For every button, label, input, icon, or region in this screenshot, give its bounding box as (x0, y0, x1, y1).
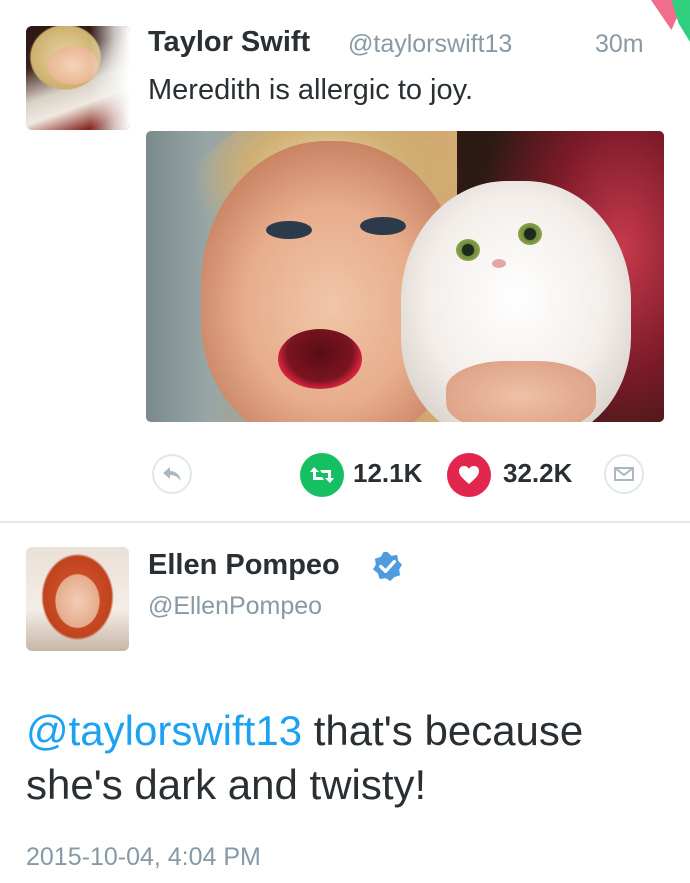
direct-message-button[interactable] (604, 454, 644, 494)
display-name[interactable]: Taylor Swift (148, 26, 310, 59)
divider (0, 521, 690, 523)
reply-icon (163, 467, 181, 481)
reply-button[interactable] (152, 454, 192, 494)
tweet-taylor: Taylor Swift @taylorswift13 30m Meredith… (0, 0, 690, 522)
handle[interactable]: @EllenPompeo (148, 592, 322, 621)
handle[interactable]: @taylorswift13 (348, 30, 512, 59)
timestamp: 2015-10-04, 4:04 PM (26, 843, 261, 871)
tweet-text: @taylorswift13 that's because she's dark… (26, 704, 666, 812)
retweet-button[interactable] (300, 453, 344, 497)
tweet-text: Meredith is allergic to joy. (148, 74, 474, 106)
verified-badge-icon (372, 551, 403, 582)
retweet-count: 12.1K (353, 458, 423, 488)
mention-link[interactable]: @taylorswift13 (26, 707, 302, 754)
avatar-taylor[interactable] (26, 26, 130, 130)
heart-icon (459, 466, 479, 484)
like-count: 32.2K (503, 458, 573, 488)
tweet-actions: 12.1K 32.2K (0, 450, 690, 500)
display-name[interactable]: Ellen Pompeo (148, 549, 340, 582)
tweet-photo[interactable] (146, 131, 664, 422)
like-button[interactable] (447, 453, 491, 497)
retweet-icon (310, 467, 334, 483)
time-ago: 30m (595, 30, 644, 58)
corner-badge-icon (651, 0, 690, 42)
avatar-ellen[interactable] (26, 547, 129, 651)
envelope-icon (614, 467, 634, 481)
